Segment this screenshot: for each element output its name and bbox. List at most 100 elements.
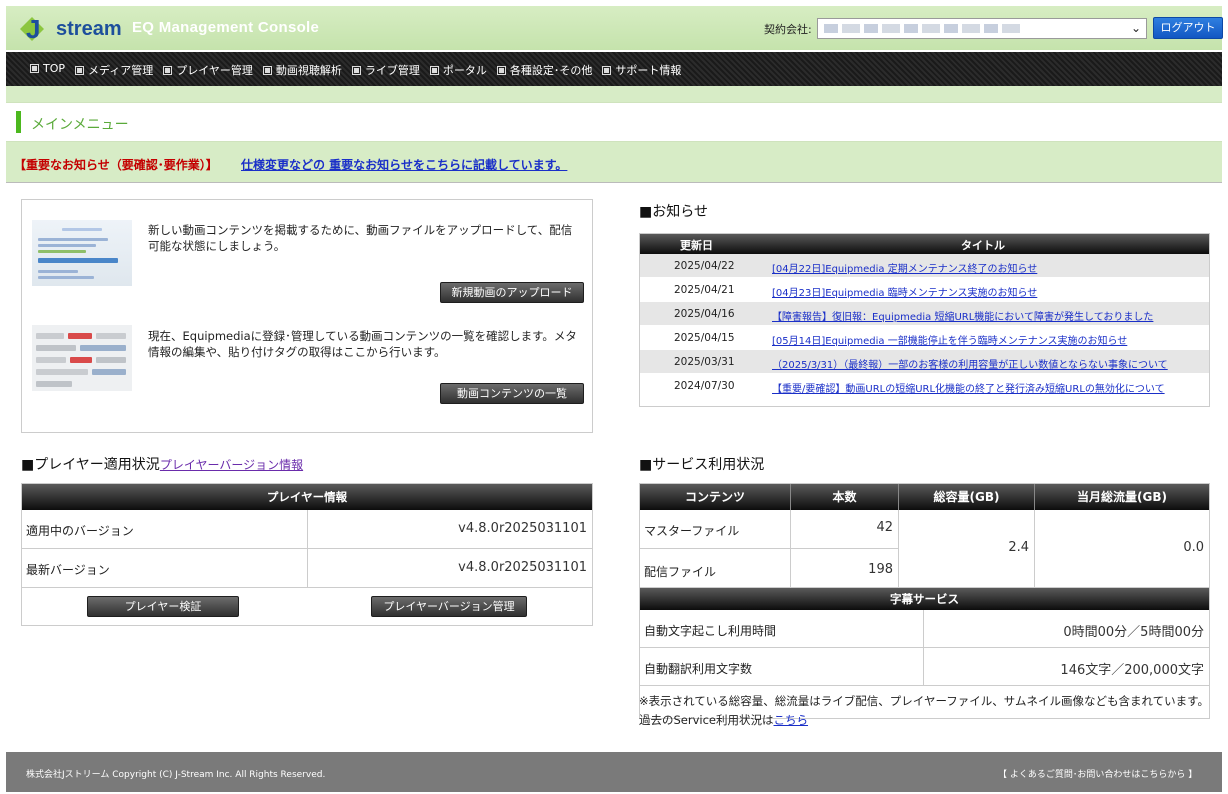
master-file-label-cell: マスターファイル <box>640 510 791 549</box>
translate-label: 自動翻訳利用文字数 <box>644 662 753 676</box>
checkbox-bullet-icon <box>75 66 85 75</box>
transcribe-value-cell: 0時間00分／5時間00分 <box>924 610 1209 648</box>
nav-item-label: 各種設定･その他 <box>509 64 593 77</box>
news-title-link[interactable]: [04月23日]Equipmedia 臨時メンテナンス実施のお知らせ <box>772 284 1037 299</box>
service-usage-heading: ■サービス利用状況 <box>639 457 765 473</box>
delivery-file-label: 配信ファイル <box>644 565 717 579</box>
total-gb-cell: 2.4 <box>899 510 1035 588</box>
latest-version-label: 最新バージョン <box>26 563 110 577</box>
notice-link[interactable]: 仕様変更などの 重要なお知らせをこちらに記載しています。 <box>241 156 567 173</box>
news-date: 2025/04/16 <box>674 308 735 320</box>
nav-item-label: メディア管理 <box>88 64 154 77</box>
nav-item-label: ライブ管理 <box>364 64 420 77</box>
current-version-row: 適用中のバージョン v4.8.0r2025031101 <box>22 510 592 549</box>
important-notice-bar: 【重要なお知らせ（要確認･要作業）】 仕様変更などの 重要なお知らせをこちらに記… <box>6 142 1222 182</box>
logout-button[interactable]: ログアウト <box>1153 17 1223 39</box>
nav-item[interactable]: ライブ管理 <box>351 62 420 78</box>
news-title-link[interactable]: [04月22日]Equipmedia 定期メンテナンス終了のお知らせ <box>772 260 1037 275</box>
svg-text:J: J <box>26 14 40 44</box>
nav-item[interactable]: メディア管理 <box>75 62 153 78</box>
section-accent <box>16 111 21 133</box>
total-gb-value: 2.4 <box>1008 540 1029 555</box>
caption-service-header: 字幕サービス <box>640 588 1209 610</box>
console-title: EQ Management Console <box>132 19 320 36</box>
chevron-down-icon: ⌄ <box>1130 21 1141 35</box>
delivery-file-count-cell: 198 <box>791 549 899 588</box>
nav-item[interactable]: 動画視聴解析 <box>262 62 342 78</box>
checkbox-bullet-icon <box>30 64 39 73</box>
page-title: メインメニュー <box>31 117 129 133</box>
company-select[interactable]: ⌄ <box>817 18 1147 39</box>
latest-version-value: v4.8.0r2025031101 <box>458 560 587 575</box>
translate-label-cell: 自動翻訳利用文字数 <box>640 648 924 686</box>
player-version-manage-button[interactable]: プレイヤーバージョン管理 <box>371 596 527 617</box>
nav-item[interactable]: 各種設定･その他 <box>496 62 593 78</box>
news-row: 2024/07/30 【重要/要確認】動画URLの短縮URL化機能の終了と発行済み… <box>640 374 1209 398</box>
section-band <box>6 86 1222 102</box>
news-row: 2025/04/21 [04月23日]Equipmedia 臨時メンテナンス実施の… <box>640 278 1209 302</box>
news-date: 2025/04/22 <box>674 260 735 272</box>
transcribe-value: 0時間00分／5時間00分 <box>1063 625 1204 640</box>
news-col-title: タイトル <box>961 239 1005 252</box>
latest-version-row: 最新バージョン v4.8.0r2025031101 <box>22 549 592 588</box>
nav-item-label: プレイヤー管理 <box>176 64 253 77</box>
contents-list-description: 現在、Equipmediaに登録･管理している動画コンテンツの一覧を確認します。… <box>148 329 577 359</box>
checkbox-bullet-icon <box>163 66 173 75</box>
upload-video-button[interactable]: 新規動画のアップロード <box>440 282 584 303</box>
service-usage-note: ※表示されている総容量、総流量はライブ配信、プレイヤーファイル、サムネイル画像な… <box>639 692 1214 730</box>
company-label: 契約会社: <box>764 23 812 36</box>
news-row: 2025/04/15 [05月14日]Equipmedia 一部機能停止を伴う臨時… <box>640 326 1209 350</box>
logo-mark-icon: J <box>20 14 44 44</box>
main-content: 新しい動画コンテンツを掲載するために、動画ファイルをアップロードして、配信可能な… <box>6 182 1222 752</box>
news-title-link[interactable]: （2025/3/31）（最終報）一部のお客様の利用容量が正しい数値とならない事象… <box>772 356 1168 371</box>
player-info-header: プレイヤー情報 <box>22 484 592 510</box>
news-table: 更新日 タイトル 2025/04/22 [04月22日]Equipmedia 定期… <box>639 233 1210 407</box>
transcribe-label: 自動文字起こし利用時間 <box>644 624 777 638</box>
nav-item-label: 動画視聴解析 <box>275 64 342 77</box>
master-file-count-cell: 42 <box>791 510 899 549</box>
news-title-link[interactable]: 【障害報告】復旧報：Equipmedia 短縮URL機能において障害が発生してお… <box>772 308 1153 323</box>
player-version-info-link[interactable]: プレイヤーバージョン情報 <box>160 458 303 472</box>
past-usage-link[interactable]: こちら <box>774 713 809 727</box>
news-col-date: 更新日 <box>680 239 713 252</box>
player-verify-button[interactable]: プレイヤー検証 <box>87 596 239 617</box>
jstream-logo[interactable]: J stream <box>18 11 122 45</box>
delivery-file-count: 198 <box>868 562 893 577</box>
nav-item[interactable]: サポート情報 <box>602 62 681 78</box>
delivery-file-label-cell: 配信ファイル <box>640 549 791 588</box>
svc-col-count: 本数 <box>791 484 899 510</box>
news-row: 2025/04/16 【障害報告】復旧報：Equipmedia 短縮URL機能にお… <box>640 302 1209 326</box>
player-status-heading: ■プレイヤー適用状況プレイヤーバージョン情報 <box>21 454 303 474</box>
news-row: 2025/03/31 （2025/3/31）（最終報）一部のお客様の利用容量が正し… <box>640 350 1209 374</box>
checkbox-bullet-icon <box>602 66 612 75</box>
checkbox-bullet-icon <box>429 66 439 75</box>
news-title-link[interactable]: 【重要/要確認】動画URLの短縮URL化機能の終了と発行済み短縮URLの無効化に… <box>772 380 1165 395</box>
news-heading: ■お知らせ <box>639 204 708 220</box>
quick-menu-card: 新しい動画コンテンツを掲載するために、動画ファイルをアップロードして、配信可能な… <box>21 199 593 433</box>
contents-list-thumbnail <box>32 325 132 391</box>
service-note-text: ※表示されている総容量、総流量はライブ配信、プレイヤーファイル、サムネイル画像な… <box>639 694 1210 727</box>
copyright-text: 株式会社Jストリーム Copyright (C) J-Stream Inc. A… <box>26 770 326 780</box>
news-date: 2025/04/21 <box>674 284 735 296</box>
translate-value: 146文字／200,000文字 <box>1060 663 1204 678</box>
nav-item[interactable]: TOP <box>30 62 65 78</box>
master-file-count: 42 <box>876 520 893 535</box>
checkbox-bullet-icon <box>351 66 361 75</box>
current-version-label: 適用中のバージョン <box>26 524 134 538</box>
checkbox-bullet-icon <box>496 66 506 75</box>
faq-contact-link[interactable]: 【 よくあるご質問･お問い合わせはこちらから 】 <box>998 767 1197 780</box>
news-row: 2025/04/22 [04月22日]Equipmedia 定期メンテナンス終了の… <box>640 254 1209 278</box>
nav-item[interactable]: プレイヤー管理 <box>163 62 253 78</box>
nav-item[interactable]: ポータル <box>429 62 487 78</box>
footer: 株式会社Jストリーム Copyright (C) J-Stream Inc. A… <box>6 752 1222 792</box>
transcribe-label-cell: 自動文字起こし利用時間 <box>640 610 924 648</box>
nav-item-label: ポータル <box>442 64 487 77</box>
player-info-table: プレイヤー情報 適用中のバージョン v4.8.0r2025031101 最新バー… <box>21 483 593 626</box>
traffic-gb-value: 0.0 <box>1183 540 1204 555</box>
upload-description: 新しい動画コンテンツを掲載するために、動画ファイルをアップロードして、配信可能な… <box>148 223 573 253</box>
player-status-title: ■プレイヤー適用状況 <box>21 457 160 473</box>
contents-list-button[interactable]: 動画コンテンツの一覧 <box>440 383 584 404</box>
news-title-link[interactable]: [05月14日]Equipmedia 一部機能停止を伴う臨時メンテナンス実施のお… <box>772 332 1127 347</box>
news-table-header: 更新日 タイトル <box>640 234 1209 254</box>
master-file-label: マスターファイル <box>644 524 740 538</box>
